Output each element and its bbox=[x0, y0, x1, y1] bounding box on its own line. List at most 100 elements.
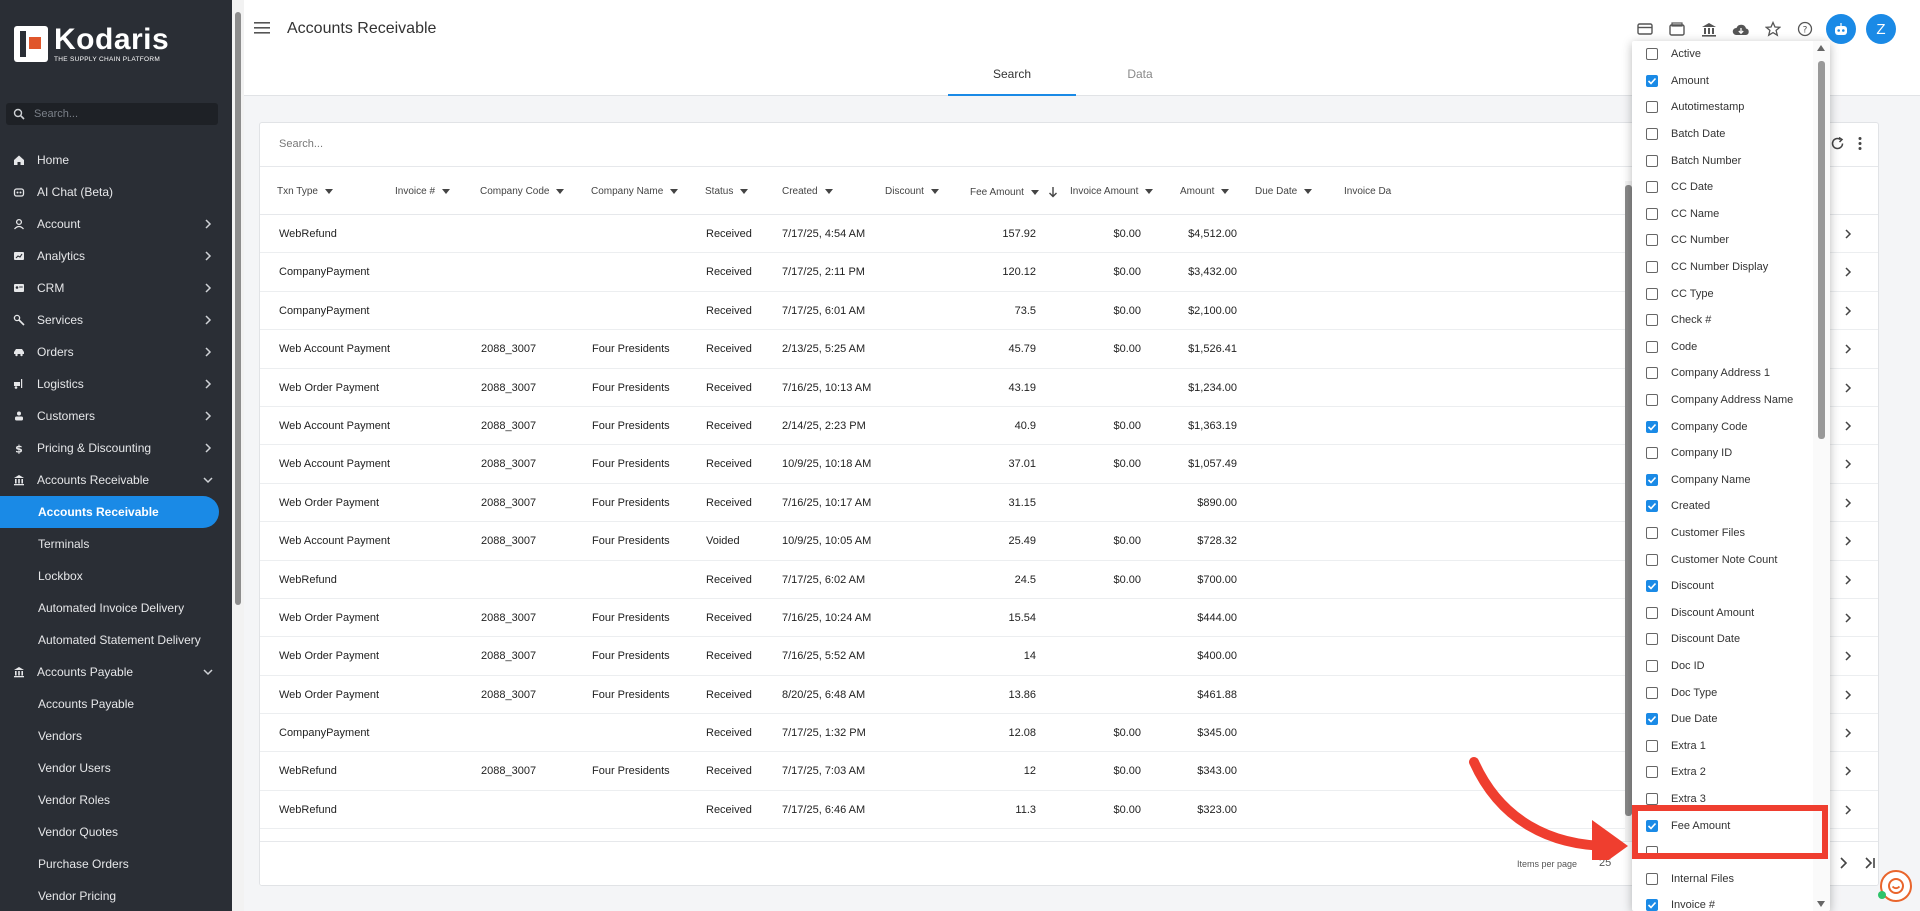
checkbox[interactable] bbox=[1646, 686, 1658, 699]
column-header-discount[interactable]: Discount bbox=[885, 186, 939, 197]
sidebar-scrollbar[interactable] bbox=[232, 0, 244, 911]
column-chooser-scrollbar-thumb[interactable] bbox=[1818, 61, 1825, 439]
column-menu-icon[interactable] bbox=[1304, 189, 1313, 194]
sidebar-item-purchase-orders[interactable]: Purchase Orders bbox=[0, 848, 232, 880]
checkbox[interactable] bbox=[1646, 553, 1658, 566]
row-open-chevron-icon[interactable] bbox=[1842, 727, 1854, 739]
column-option-cc-type[interactable]: CC Type bbox=[1632, 280, 1810, 307]
column-header-invoice-amount[interactable]: Invoice Amount bbox=[1070, 186, 1154, 197]
column-menu-icon[interactable] bbox=[930, 189, 939, 194]
checkbox[interactable] bbox=[1646, 606, 1658, 619]
refresh-icon[interactable] bbox=[1830, 136, 1845, 151]
checkbox[interactable] bbox=[1646, 659, 1658, 672]
column-option-company-address-1[interactable]: Company Address 1 bbox=[1632, 360, 1810, 387]
more-vert-icon[interactable] bbox=[1857, 136, 1863, 151]
column-option-discount-amount[interactable]: Discount Amount bbox=[1632, 599, 1810, 626]
sidebar-item-accounts-receivable[interactable]: Accounts Receivable bbox=[0, 464, 232, 496]
checkbox[interactable] bbox=[1646, 899, 1658, 911]
grid-scrollbar-thumb[interactable] bbox=[1625, 185, 1632, 816]
column-option-amount[interactable]: Amount bbox=[1632, 68, 1810, 95]
sort-descending-icon[interactable] bbox=[1047, 186, 1059, 198]
sidebar-item-accounts-payable[interactable]: Accounts Payable bbox=[0, 656, 232, 688]
row-open-chevron-icon[interactable] bbox=[1842, 612, 1854, 624]
column-header-txn-type[interactable]: Txn Type bbox=[277, 186, 333, 197]
row-open-chevron-icon[interactable] bbox=[1842, 765, 1854, 777]
cloud-download-icon[interactable] bbox=[1730, 18, 1752, 40]
column-option-due-date[interactable]: Due Date bbox=[1632, 706, 1810, 733]
sidebar-item-lockbox[interactable]: Lockbox bbox=[0, 560, 232, 592]
checkbox[interactable] bbox=[1646, 633, 1658, 646]
column-option-active[interactable]: Active bbox=[1632, 41, 1810, 68]
column-header-amount[interactable]: Amount bbox=[1180, 186, 1230, 197]
column-menu-icon[interactable] bbox=[670, 189, 679, 194]
sidebar-item-analytics[interactable]: Analytics bbox=[0, 240, 232, 272]
checkbox[interactable] bbox=[1646, 473, 1658, 486]
row-open-chevron-icon[interactable] bbox=[1842, 535, 1854, 547]
column-header-status[interactable]: Status bbox=[705, 186, 749, 197]
checkbox[interactable] bbox=[1646, 101, 1658, 114]
checkbox[interactable] bbox=[1646, 872, 1658, 885]
column-chooser-scrollbar[interactable] bbox=[1813, 41, 1830, 911]
column-option-company-address-name[interactable]: Company Address Name bbox=[1632, 387, 1810, 414]
sidebar-item-home[interactable]: Home bbox=[0, 144, 232, 176]
column-menu-icon[interactable] bbox=[324, 189, 333, 194]
help-icon[interactable]: ? bbox=[1794, 18, 1816, 40]
row-open-chevron-icon[interactable] bbox=[1842, 420, 1854, 432]
sidebar-search-input[interactable]: Search... bbox=[6, 103, 218, 125]
checkbox[interactable] bbox=[1646, 713, 1658, 726]
checkbox[interactable] bbox=[1646, 287, 1658, 300]
row-open-chevron-icon[interactable] bbox=[1842, 804, 1854, 816]
sidebar-item-account[interactable]: Account bbox=[0, 208, 232, 240]
column-option-cc-date[interactable]: CC Date bbox=[1632, 174, 1810, 201]
checkbox[interactable] bbox=[1646, 261, 1658, 274]
row-open-chevron-icon[interactable] bbox=[1842, 343, 1854, 355]
checkbox[interactable] bbox=[1646, 526, 1658, 539]
sidebar-item-crm[interactable]: CRM bbox=[0, 272, 232, 304]
column-option-discount-date[interactable]: Discount Date bbox=[1632, 626, 1810, 653]
sidebar-item-vendor-quotes[interactable]: Vendor Quotes bbox=[0, 816, 232, 848]
column-header-company-code[interactable]: Company Code bbox=[480, 186, 565, 197]
column-menu-icon[interactable] bbox=[824, 189, 833, 194]
checkbox[interactable] bbox=[1646, 74, 1658, 87]
column-menu-icon[interactable] bbox=[442, 189, 451, 194]
column-header-invoice[interactable]: Invoice # bbox=[395, 186, 451, 197]
column-option-cc-number-display[interactable]: CC Number Display bbox=[1632, 254, 1810, 281]
column-header-due-date[interactable]: Due Date bbox=[1255, 186, 1313, 197]
checkbox[interactable] bbox=[1646, 181, 1658, 194]
sidebar-item-logistics[interactable]: Logistics bbox=[0, 368, 232, 400]
sidebar-item-services[interactable]: Services bbox=[0, 304, 232, 336]
bank-icon[interactable] bbox=[1698, 18, 1720, 40]
star-icon[interactable] bbox=[1762, 18, 1784, 40]
checkbox[interactable] bbox=[1646, 447, 1658, 460]
sidebar-item-vendor-users[interactable]: Vendor Users bbox=[0, 752, 232, 784]
column-header-fee-amount[interactable]: Fee Amount bbox=[970, 186, 1059, 198]
checkbox[interactable] bbox=[1646, 340, 1658, 353]
ai-assistant-button[interactable] bbox=[1826, 14, 1856, 44]
sidebar-item-orders[interactable]: Orders bbox=[0, 336, 232, 368]
tab-search[interactable]: Search bbox=[948, 58, 1076, 96]
row-open-chevron-icon[interactable] bbox=[1842, 228, 1854, 240]
column-header-invoice-da[interactable]: Invoice Da bbox=[1344, 186, 1391, 197]
column-option-company-code[interactable]: Company Code bbox=[1632, 413, 1810, 440]
sidebar-item-automated-invoice-delivery[interactable]: Automated Invoice Delivery bbox=[0, 592, 232, 624]
checkbox[interactable] bbox=[1646, 48, 1658, 61]
checkbox[interactable] bbox=[1646, 154, 1658, 167]
checkbox[interactable] bbox=[1646, 367, 1658, 380]
tab-data[interactable]: Data bbox=[1076, 58, 1204, 96]
checkbox[interactable] bbox=[1646, 394, 1658, 407]
wallet-icon[interactable] bbox=[1666, 18, 1688, 40]
row-open-chevron-icon[interactable] bbox=[1842, 458, 1854, 470]
column-option-cc-number[interactable]: CC Number bbox=[1632, 227, 1810, 254]
row-open-chevron-icon[interactable] bbox=[1842, 574, 1854, 586]
sidebar-item-vendors[interactable]: Vendors bbox=[0, 720, 232, 752]
column-menu-icon[interactable] bbox=[556, 189, 565, 194]
row-open-chevron-icon[interactable] bbox=[1842, 382, 1854, 394]
sidebar-item-customers[interactable]: Customers bbox=[0, 400, 232, 432]
scroll-up-icon[interactable] bbox=[1817, 45, 1825, 51]
checkbox[interactable] bbox=[1646, 314, 1658, 327]
column-menu-icon[interactable] bbox=[1030, 189, 1039, 195]
column-option-created[interactable]: Created bbox=[1632, 493, 1810, 520]
column-option-customer-note-count[interactable]: Customer Note Count bbox=[1632, 546, 1810, 573]
checkbox[interactable] bbox=[1646, 207, 1658, 220]
column-option-batch-date[interactable]: Batch Date bbox=[1632, 121, 1810, 148]
